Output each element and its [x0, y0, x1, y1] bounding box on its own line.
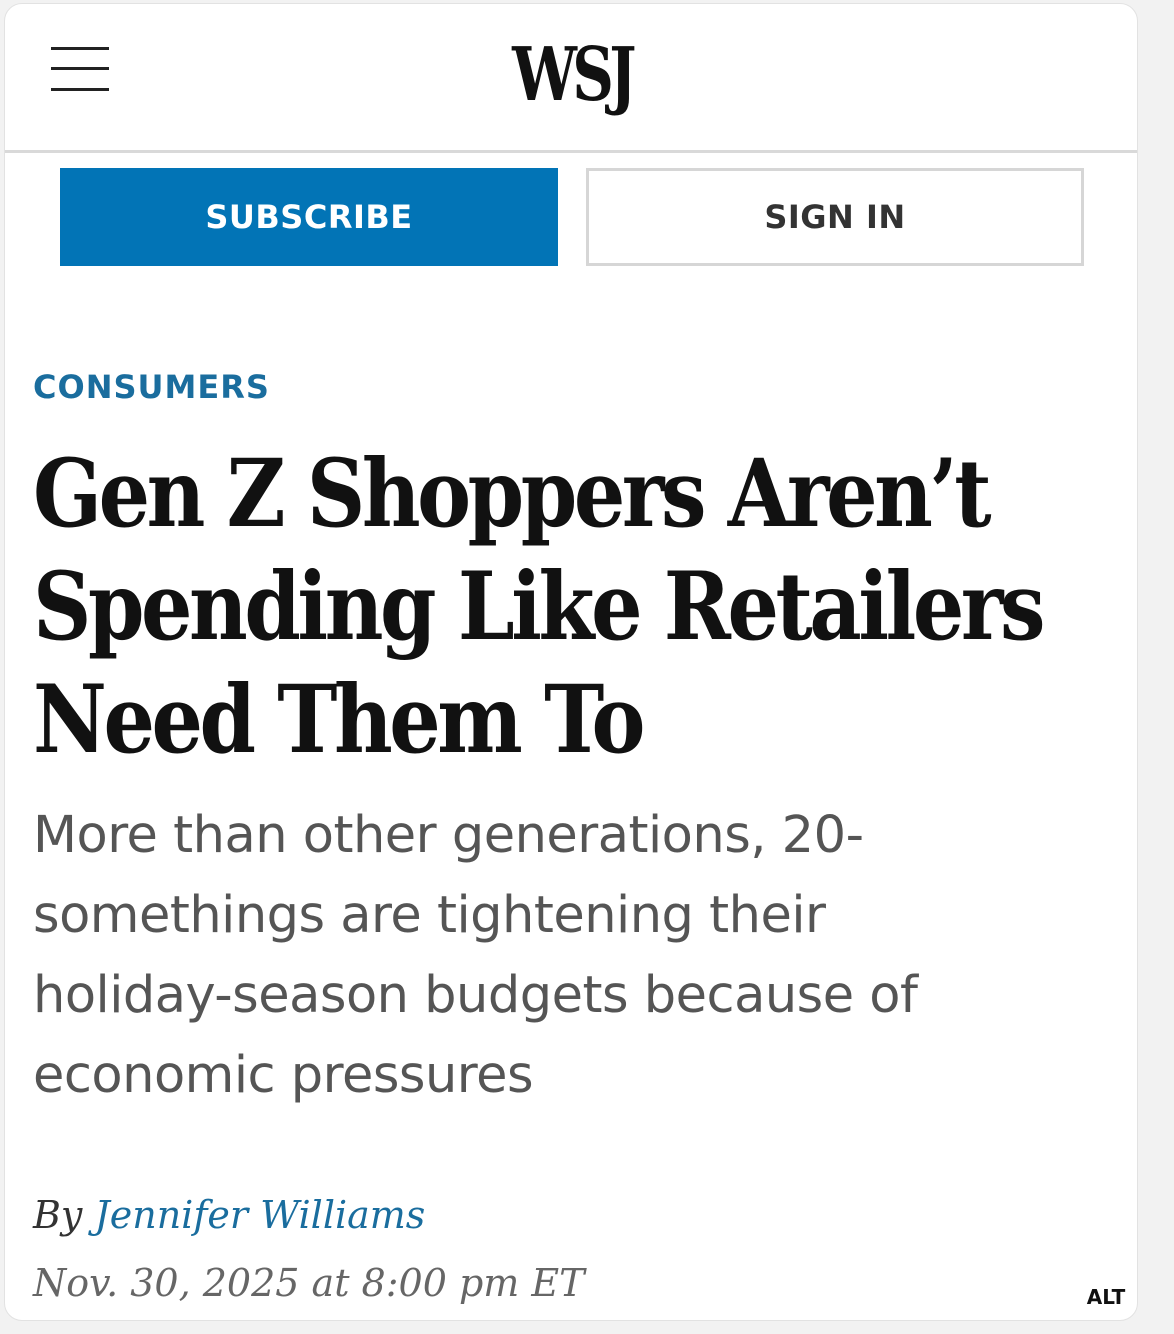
wsj-logo[interactable]: WSJ — [130, 30, 1015, 120]
alt-text-badge[interactable]: ALT — [1078, 1278, 1134, 1316]
publish-date: Nov. 30, 2025 at 8:00 pm ET — [33, 1261, 585, 1305]
byline: By Jennifer Williams — [33, 1190, 425, 1240]
hamburger-menu-icon[interactable] — [51, 44, 109, 94]
sign-in-button[interactable]: SIGN IN — [586, 168, 1084, 266]
article-headline: Gen Z Shoppers Aren’t Spending Like Reta… — [33, 439, 1046, 775]
subscribe-button[interactable]: SUBSCRIBE — [60, 168, 558, 266]
byline-prefix: By — [33, 1193, 83, 1237]
section-label[interactable]: CONSUMERS — [33, 362, 270, 412]
article-dek: More than other generations, 20-somethin… — [33, 806, 918, 1105]
article-card: WSJ SUBSCRIBE SIGN IN CONSUMERS Gen Z Sh… — [4, 3, 1138, 1321]
top-nav-bar: WSJ — [5, 4, 1137, 153]
author-link[interactable]: Jennifer Williams — [95, 1193, 426, 1237]
